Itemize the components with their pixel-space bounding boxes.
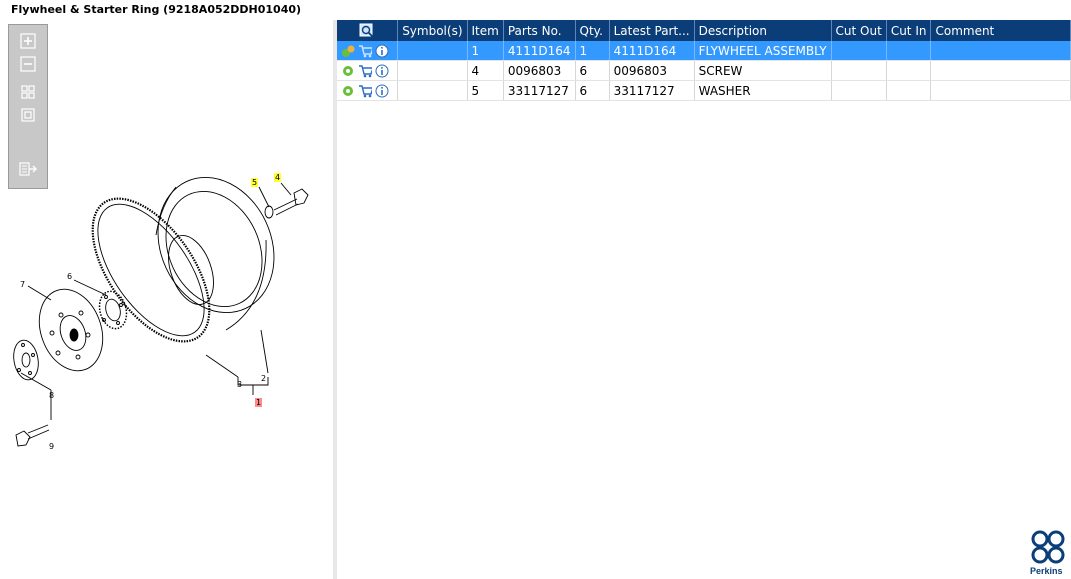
cell-item: 4: [467, 60, 504, 81]
zoom-out-button[interactable]: [17, 55, 39, 73]
cell-qty: 1: [575, 41, 610, 61]
row-action-icons: [337, 41, 399, 61]
parts-list-panel: Symbol(s) Item Parts No. Qty. Latest Par…: [337, 20, 1071, 579]
column-header-qty[interactable]: Qty.: [575, 20, 610, 41]
cell-comment: [930, 41, 1071, 61]
table-row[interactable]: 4 0096803 6 0096803 SCREW: [337, 60, 1071, 81]
table-header-row: Symbol(s) Item Parts No. Qty. Latest Par…: [337, 20, 1071, 41]
cell-qty: 6: [575, 80, 610, 101]
column-header-description[interactable]: Description: [694, 20, 832, 41]
parts-table: Symbol(s) Item Parts No. Qty. Latest Par…: [337, 20, 1071, 101]
cell-latest-part: 0096803: [609, 60, 695, 81]
cell-parts-no: 4111D164: [503, 41, 576, 61]
info-icon[interactable]: [375, 44, 389, 58]
fit-all-icon: [21, 85, 35, 99]
column-header-cut-out[interactable]: Cut Out: [831, 20, 887, 41]
cell-parts-no: 0096803: [503, 60, 576, 81]
cell-qty: 6: [575, 60, 610, 81]
cart-icon[interactable]: [358, 64, 372, 78]
zoom-in-button[interactable]: [17, 32, 39, 50]
row-action-icons: [337, 80, 399, 101]
column-header-parts-no[interactable]: Parts No.: [503, 20, 576, 41]
callout-3[interactable]: 3: [237, 380, 242, 389]
cell-cut-in: [886, 60, 932, 81]
callout-9[interactable]: 9: [49, 442, 54, 451]
cell-symbols: [397, 60, 468, 81]
cell-item: 1: [467, 41, 504, 61]
zoom-out-icon: [20, 56, 36, 72]
table-row[interactable]: 1 4111D164 1 4111D164 FLYWHEEL ASSEMBLY: [337, 41, 1071, 61]
cell-cut-out: [831, 60, 887, 81]
cell-description: WASHER: [694, 80, 832, 101]
cell-comment: [930, 80, 1071, 101]
gear-icon[interactable]: [341, 84, 355, 98]
callout-6[interactable]: 6: [67, 272, 72, 281]
window-title: Flywheel & Starter Ring (9218A052DDH0104…: [11, 3, 302, 16]
column-header-item[interactable]: Item: [467, 20, 504, 41]
callout-7[interactable]: 7: [20, 280, 25, 289]
cart-icon[interactable]: [358, 84, 372, 98]
exploded-parts-diagram[interactable]: [6, 165, 326, 465]
fit-page-button[interactable]: [17, 106, 39, 124]
cell-parts-no: 33117127: [503, 80, 576, 101]
column-header-comment[interactable]: Comment: [930, 20, 1071, 41]
column-header-cut-in[interactable]: Cut In: [886, 20, 932, 41]
gear-icon[interactable]: [341, 64, 355, 78]
zoom-in-icon: [20, 33, 36, 49]
cell-latest-part: 33117127: [609, 80, 695, 101]
window-title-bar: Flywheel & Starter Ring (9218A052DDH0104…: [0, 0, 1071, 20]
callout-5[interactable]: 5: [251, 178, 259, 187]
cell-cut-out: [831, 80, 887, 101]
info-icon[interactable]: [375, 84, 389, 98]
cart-icon[interactable]: [358, 44, 372, 58]
callout-8[interactable]: 8: [49, 391, 54, 400]
column-header-symbols[interactable]: Symbol(s): [397, 20, 468, 41]
assembly-icon[interactable]: [341, 44, 355, 58]
cell-description: FLYWHEEL ASSEMBLY: [694, 41, 832, 61]
cell-comment: [930, 60, 1071, 81]
column-header-latest-part[interactable]: Latest Part...: [609, 20, 695, 41]
callout-1[interactable]: 1: [255, 398, 263, 407]
search-icon: [359, 23, 374, 38]
fit-page-icon: [21, 108, 35, 122]
perkins-logo-text: Perkins: [1030, 566, 1063, 576]
cell-cut-in: [886, 80, 932, 101]
cell-description: SCREW: [694, 60, 832, 81]
cell-latest-part: 4111D164: [609, 41, 695, 61]
cell-cut-in: [886, 41, 932, 61]
callout-4[interactable]: 4: [274, 173, 282, 182]
cell-symbols: [397, 41, 468, 61]
cell-cut-out: [831, 41, 887, 61]
search-column-header[interactable]: [337, 20, 399, 41]
table-row[interactable]: 5 33117127 6 33117127 WASHER: [337, 80, 1071, 101]
fit-all-button[interactable]: [17, 83, 39, 101]
callout-2[interactable]: 2: [261, 374, 266, 383]
row-action-icons: [337, 60, 399, 81]
cell-item: 5: [467, 80, 504, 101]
info-icon[interactable]: [375, 64, 389, 78]
cell-symbols: [397, 80, 468, 101]
